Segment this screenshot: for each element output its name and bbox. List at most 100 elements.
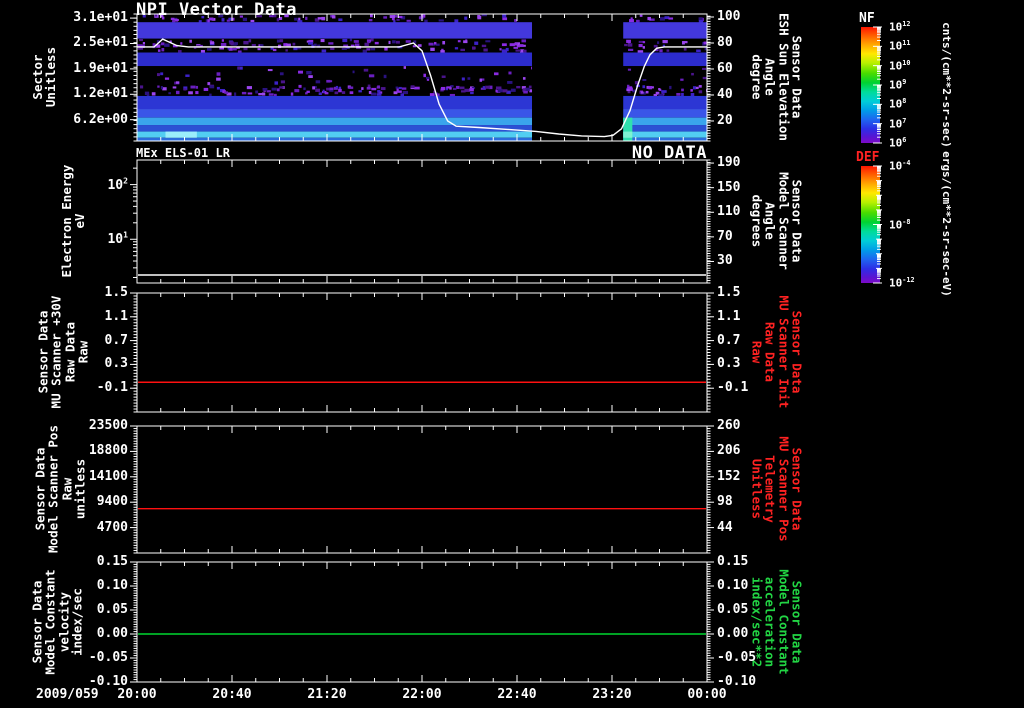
speckle <box>322 89 325 93</box>
speckle <box>142 42 146 45</box>
speckle <box>160 42 165 45</box>
model-scanner-pos-right-tick-label: 260 <box>717 418 741 434</box>
speckle <box>361 87 364 90</box>
model-constant-frame <box>136 561 708 683</box>
panel5-left-axis-label: Sensor Data Model Constant velocity inde… <box>29 569 85 675</box>
x-tick-label: 20:00 <box>117 687 157 702</box>
speckle <box>658 88 661 91</box>
speckle <box>682 41 685 45</box>
speckle <box>642 46 645 49</box>
model-constant-left-tick-label: 0.15 <box>96 554 128 570</box>
def-colorbar-title: DEF <box>856 150 880 165</box>
speckle <box>410 85 415 88</box>
speckle <box>188 91 193 95</box>
mex-els-left-tick-label: 102 <box>107 176 128 193</box>
model-constant-right-tick-label: 0.10 <box>717 578 749 594</box>
speckle <box>420 14 426 18</box>
def-colorbar-tick-label: 10-4 <box>889 158 911 173</box>
speckle <box>234 42 238 46</box>
speckle <box>459 86 465 90</box>
mex-els-right-tick-label: 70 <box>717 228 733 244</box>
model-constant-left-tick-label: 0.05 <box>96 602 128 618</box>
speckle <box>312 86 316 90</box>
speckle <box>139 85 144 89</box>
speckle <box>481 44 487 48</box>
speckle <box>258 93 263 96</box>
def-colorbar-unit-label: ergs/(cm**2-sr-sec-eV) <box>939 151 953 297</box>
speckle <box>190 85 196 89</box>
speckle <box>293 47 298 51</box>
speckle <box>668 17 674 20</box>
speckle <box>262 87 268 91</box>
mex-els-left-tick-label: 101 <box>107 230 128 248</box>
speckle <box>683 47 687 51</box>
speckle <box>396 88 399 92</box>
speckle <box>308 75 313 79</box>
speckle <box>298 84 302 88</box>
x-tick-label: 22:00 <box>402 687 442 702</box>
speckle <box>221 39 224 42</box>
speckle <box>493 72 499 76</box>
speckle <box>139 38 144 42</box>
speckle <box>185 74 190 77</box>
speckle <box>279 86 284 89</box>
npi-vector-data-left-tick-label: 6.2e+00 <box>73 111 128 127</box>
mex-els-right-tick-label: 190 <box>717 155 741 171</box>
speckle <box>501 43 507 47</box>
speckle <box>418 16 422 20</box>
speckle <box>648 85 653 90</box>
speckle <box>502 14 507 18</box>
speckle <box>627 91 631 94</box>
speckle <box>363 68 369 72</box>
panel2-title: MEx ELS-01 LR <box>136 146 230 160</box>
speckle <box>247 92 253 95</box>
speckle <box>690 89 693 92</box>
speckle <box>470 91 474 95</box>
panel3-left-axis-label: Sensor Data MU Scanner +30V Raw Data Raw <box>35 295 91 409</box>
speckle <box>384 47 388 51</box>
panel2-right-axis-label: Sensor Data Model Scanner Angle degrees <box>749 172 805 270</box>
speckle <box>257 48 261 51</box>
speckle <box>315 80 321 84</box>
speckle <box>398 15 403 19</box>
speckle <box>229 41 234 45</box>
nf-colorbar-tick-label: 106 <box>889 135 907 150</box>
speckle <box>690 93 695 97</box>
plot-screen: NPI Vector Data MEx ELS-01 LR NO DATA Se… <box>0 0 1024 708</box>
speckle <box>516 85 521 89</box>
model-constant-left-tick-label: -0.05 <box>88 650 128 666</box>
panel2-left-axis-label: Electron Energy eV <box>58 164 87 278</box>
speckle <box>388 40 391 45</box>
speckle <box>195 85 199 89</box>
speckle <box>326 79 331 83</box>
speckle <box>401 87 407 90</box>
speckle <box>441 75 446 78</box>
mex-els-right-tick-label: 150 <box>717 179 741 195</box>
speckle <box>274 81 279 85</box>
speckle <box>519 44 524 47</box>
model-scanner-pos-right-tick-label: 44 <box>717 519 733 535</box>
speckle <box>207 82 211 86</box>
speckle <box>366 48 371 51</box>
speckle <box>647 16 651 21</box>
speckle <box>255 90 259 94</box>
speckle <box>144 91 150 95</box>
speckle <box>342 38 348 43</box>
speckle <box>626 39 631 43</box>
speckle <box>702 67 707 70</box>
model-constant-right-tick-label: -0.05 <box>717 650 757 666</box>
mu-scanner-30v-left-tick-label: -0.1 <box>96 380 128 396</box>
speckle <box>241 91 247 95</box>
speckle <box>272 48 277 52</box>
speckle <box>398 86 402 90</box>
nf-colorbar-tick-label: 108 <box>889 97 907 111</box>
model-scanner-pos-left-tick-label: 14100 <box>88 468 128 484</box>
model-scanner-pos-frame <box>136 425 708 554</box>
speckle <box>642 41 646 44</box>
speckle <box>216 72 221 76</box>
speckle <box>481 14 487 17</box>
speckle <box>624 43 628 47</box>
speckle <box>160 72 164 76</box>
speckle <box>472 46 475 50</box>
mu-scanner-30v-frame <box>136 292 708 413</box>
